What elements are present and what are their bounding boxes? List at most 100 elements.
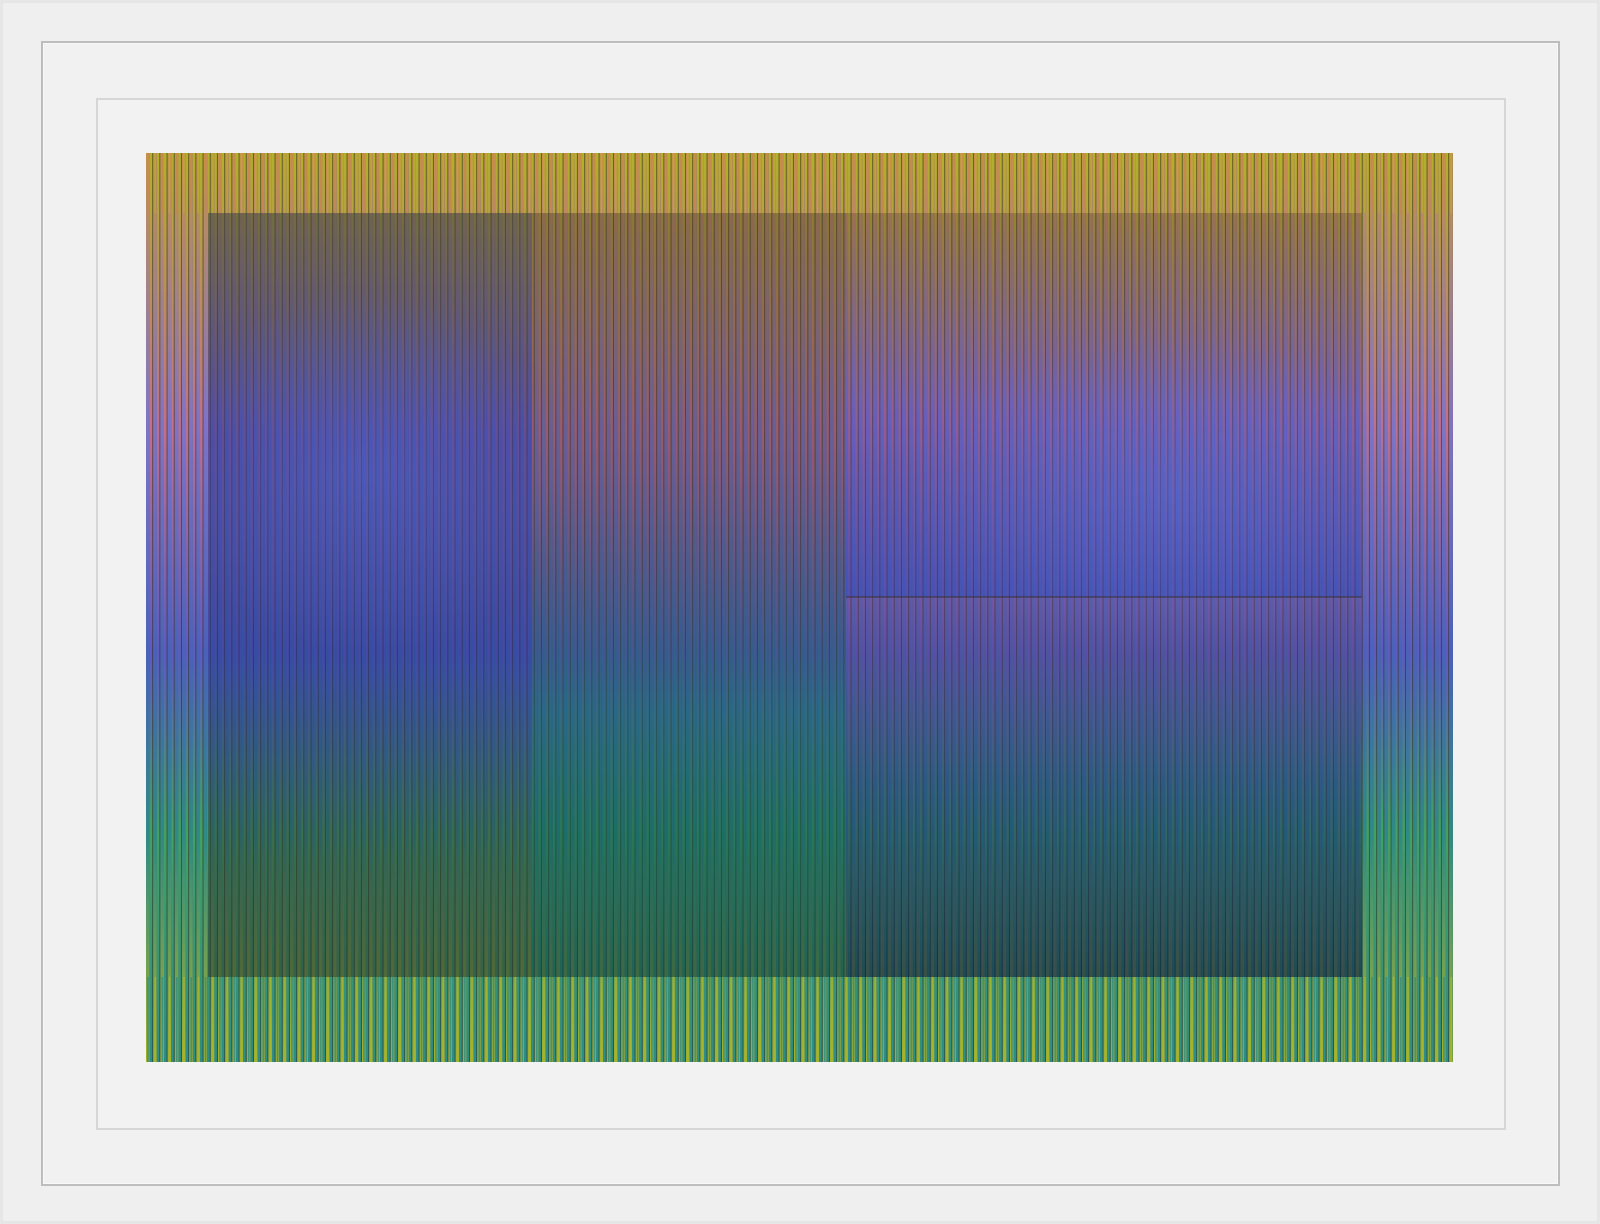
stripe-separator (166, 153, 168, 1062)
stripe-highlight (377, 977, 380, 1062)
stripe-highlight (708, 153, 711, 213)
stripe-highlight (1400, 977, 1402, 1062)
stripe-highlight (1320, 153, 1323, 213)
stripe-highlight (1191, 977, 1193, 1062)
stripe-highlight (1133, 153, 1135, 213)
stripe-highlight (485, 153, 487, 213)
stripe-highlight (168, 153, 171, 213)
stripe-highlight (1011, 153, 1013, 213)
stripe-highlight (658, 977, 660, 1062)
stripe-highlight (968, 153, 970, 213)
stripe-highlight (881, 977, 884, 1062)
stripe-highlight (1126, 977, 1128, 1062)
stripe-highlight (428, 153, 430, 213)
stripe-highlight (1047, 977, 1049, 1062)
stripe-highlight (737, 977, 740, 1062)
stripe-highlight (910, 977, 912, 1062)
stripe-highlight (1356, 977, 1359, 1062)
stripe-highlight (147, 977, 149, 1062)
stripe-highlight (320, 977, 322, 1062)
stripe-highlight (262, 153, 264, 213)
stripe-highlight (608, 153, 610, 213)
stripe-highlight (248, 153, 250, 213)
stripe-highlight (593, 153, 595, 213)
stripe-highlight (204, 153, 207, 213)
stripe-highlight (708, 977, 711, 1062)
stripe-highlight (802, 153, 804, 213)
stripe-highlight (924, 977, 927, 1062)
stripe-highlight (1104, 977, 1107, 1062)
stripe-highlight (809, 977, 812, 1062)
stripe-highlight (680, 977, 682, 1062)
stripe-separator (1440, 153, 1442, 1062)
stripe-highlight (492, 977, 495, 1062)
stripe-highlight (1335, 153, 1337, 213)
stripe-highlight (449, 153, 451, 213)
stripe-highlight (500, 153, 502, 213)
middle-panel (532, 213, 846, 977)
stripe-highlight (1443, 977, 1445, 1062)
stripe-highlight (1356, 153, 1359, 213)
stripe (1398, 153, 1403, 1062)
stripe-highlight (1392, 153, 1395, 213)
stripe-highlight (356, 153, 358, 213)
stripe-highlight (1256, 153, 1258, 213)
stripe-highlight (276, 153, 279, 213)
stripe (1449, 153, 1453, 1062)
stripe (1370, 153, 1374, 1062)
stripe-highlight (759, 977, 761, 1062)
stripe-highlight (773, 977, 776, 1062)
stripe (167, 153, 172, 1062)
stripe-highlight (600, 153, 603, 213)
stripe-highlight (219, 153, 221, 213)
stripe-highlight (413, 153, 415, 213)
stripe-highlight (615, 977, 617, 1062)
stripe-highlight (982, 977, 984, 1062)
stripe (1362, 153, 1367, 1062)
stripe-highlight (658, 153, 660, 213)
stripe-highlight (298, 153, 300, 213)
stripe-highlight (1263, 153, 1265, 213)
stripe-separator (1397, 153, 1399, 1062)
stripe-highlight (348, 977, 351, 1062)
stripe-highlight (917, 977, 920, 1062)
stripe-highlight (528, 153, 531, 213)
stripe-highlight (1068, 153, 1071, 213)
stripe-highlight (1162, 977, 1164, 1062)
stripe-highlight (1400, 153, 1402, 213)
stripe-highlight (824, 153, 826, 213)
stripe-highlight (550, 153, 552, 213)
stripe-highlight (665, 153, 667, 213)
stripe-highlight (334, 153, 336, 213)
stripe-highlight (1443, 153, 1445, 213)
stripe-highlight (1054, 153, 1056, 213)
stripe-highlight (1025, 977, 1028, 1062)
stripe-highlight (471, 153, 473, 213)
stripe-highlight (1119, 153, 1121, 213)
stripe-highlight (953, 977, 956, 1062)
stripe-highlight (701, 977, 704, 1062)
stripe-highlight (284, 977, 286, 1062)
stripe-highlight (816, 977, 819, 1062)
stripe-separator (1448, 153, 1450, 1062)
stripe-highlight (1184, 153, 1186, 213)
stripe-highlight (1068, 977, 1071, 1062)
stripe-highlight (528, 977, 531, 1062)
stripe-highlight (982, 153, 984, 213)
stripe-highlight (1320, 977, 1323, 1062)
stripe-highlight (442, 977, 444, 1062)
stripe-highlight (1047, 153, 1049, 213)
stripe-highlight (1292, 153, 1294, 213)
stripe (196, 153, 200, 1062)
stripe-highlight (327, 977, 329, 1062)
stripe-highlight (1378, 153, 1380, 213)
stripe-highlight (226, 153, 228, 213)
stripe-highlight (1407, 153, 1409, 213)
stripe-highlight (1004, 977, 1006, 1062)
stripe-highlight (788, 153, 790, 213)
stripe-highlight (1299, 977, 1301, 1062)
stripe (1406, 153, 1410, 1062)
stripe-highlight (975, 977, 977, 1062)
stripe-highlight (1212, 153, 1215, 213)
stripe-highlight (1220, 153, 1222, 213)
